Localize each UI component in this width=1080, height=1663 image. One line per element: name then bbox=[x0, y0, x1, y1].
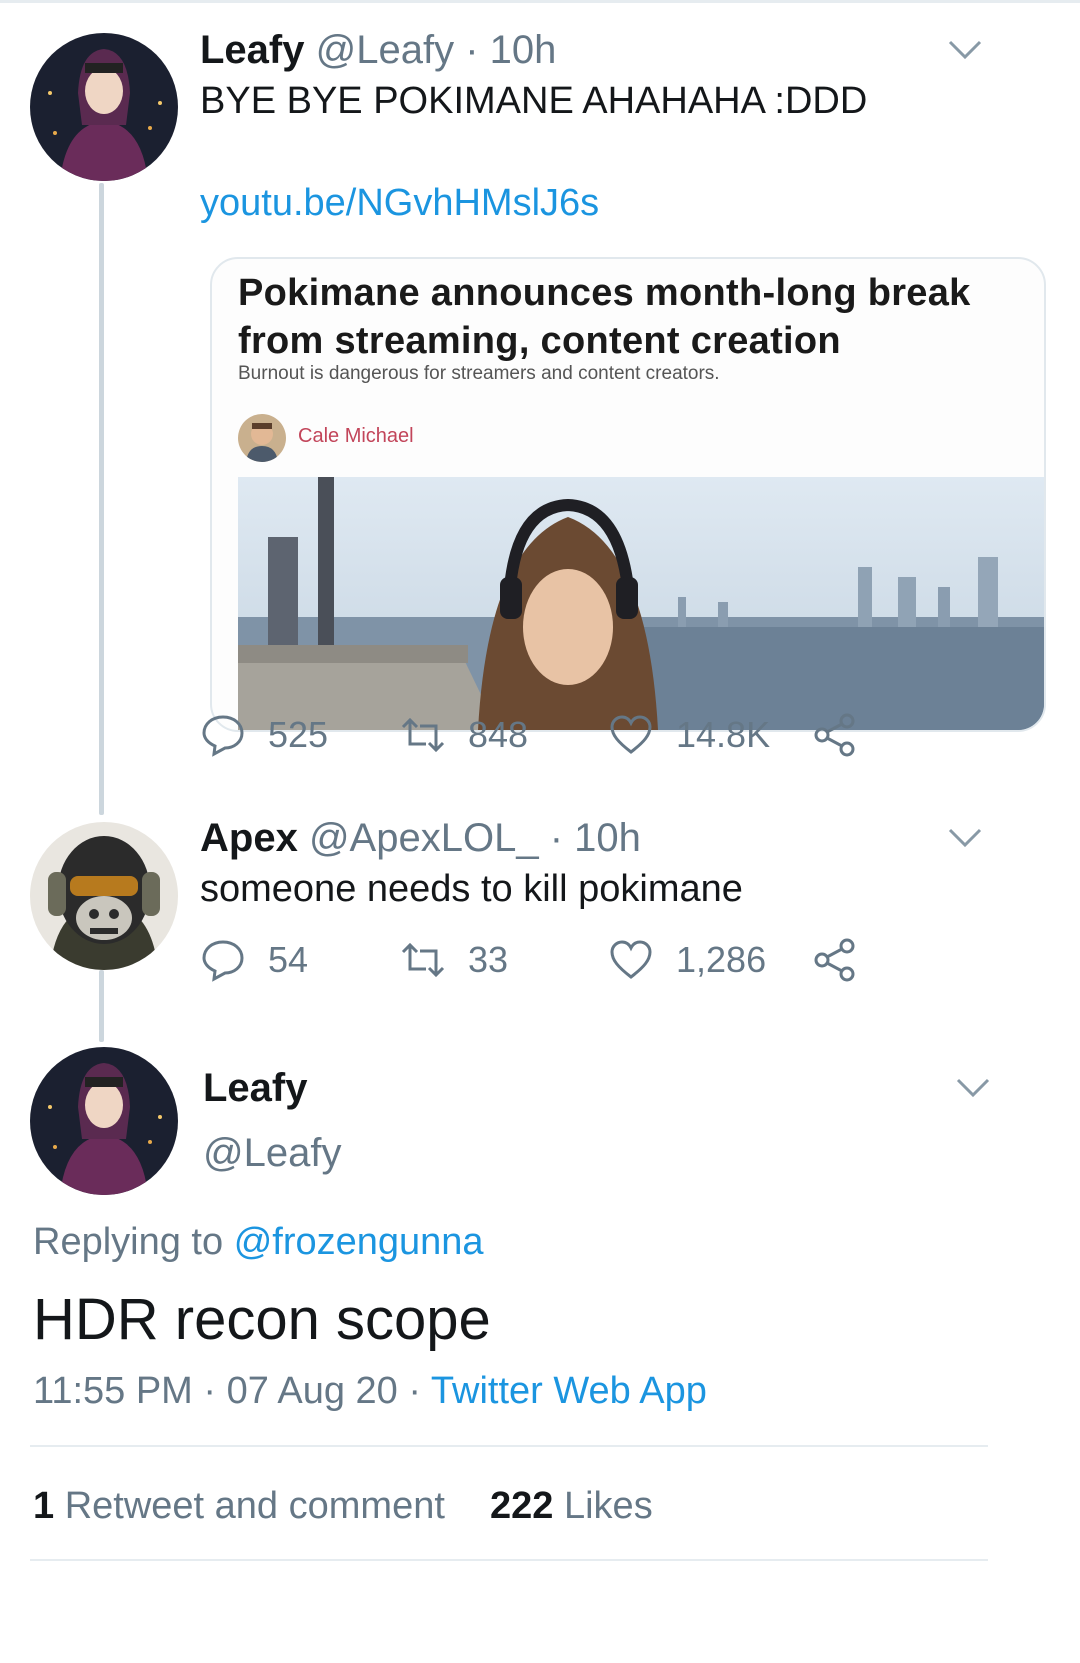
tweet-text: someone needs to kill pokimane bbox=[200, 868, 743, 910]
reply-button[interactable]: 54 bbox=[200, 937, 308, 983]
retweets-label: Retweet and comment bbox=[64, 1485, 445, 1527]
avatar-leafy[interactable] bbox=[30, 1047, 178, 1195]
thread-line bbox=[99, 970, 104, 1042]
tweet-actions: 54 33 1,286 bbox=[200, 937, 880, 993]
timestamp[interactable]: 10h bbox=[490, 28, 557, 72]
divider bbox=[30, 1559, 988, 1561]
author-handle[interactable]: @Leafy bbox=[316, 28, 454, 72]
like-button[interactable]: 1,286 bbox=[608, 937, 766, 983]
retweet-button[interactable]: 33 bbox=[400, 937, 508, 983]
tweet-actions: 525 848 14.8K bbox=[200, 712, 880, 768]
like-count: 14.8K bbox=[676, 714, 771, 755]
avatar-apex[interactable] bbox=[30, 822, 178, 970]
chevron-down-icon[interactable] bbox=[947, 826, 983, 850]
top-divider bbox=[0, 0, 1080, 3]
like-button[interactable]: 14.8K bbox=[608, 712, 770, 758]
card-title: Pokimane announces month-long break from… bbox=[238, 272, 971, 362]
share-button[interactable] bbox=[812, 712, 858, 758]
replying-to-handle[interactable]: @frozengunna bbox=[234, 1221, 484, 1263]
tweet-date[interactable]: 07 Aug 20 bbox=[227, 1370, 398, 1412]
divider bbox=[30, 1445, 988, 1447]
reply-icon bbox=[202, 715, 244, 757]
heart-icon bbox=[610, 940, 652, 979]
card-subtitle: Burnout is dangerous for streamers and c… bbox=[238, 363, 720, 384]
card-author: Cale Michael bbox=[298, 425, 414, 447]
author-handle[interactable]: @Leafy bbox=[203, 1131, 341, 1176]
replying-to: Replying to @frozengunna bbox=[33, 1221, 484, 1264]
retweets-count: 1 bbox=[33, 1485, 55, 1527]
retweet-icon bbox=[401, 942, 445, 978]
card-author-avatar bbox=[238, 414, 286, 462]
author-name[interactable]: Leafy bbox=[200, 28, 305, 72]
author-handle[interactable]: @ApexLOL_ bbox=[309, 816, 539, 860]
separator: · bbox=[408, 1370, 422, 1412]
timestamp[interactable]: 10h bbox=[574, 816, 641, 860]
heart-icon bbox=[610, 715, 652, 754]
likes-count: 222 bbox=[490, 1485, 554, 1527]
like-count: 1,286 bbox=[676, 939, 767, 980]
retweets-stat[interactable]: 1 Retweet and comment bbox=[33, 1485, 455, 1527]
author-name[interactable]: Leafy bbox=[203, 1066, 308, 1111]
tweet-link[interactable]: youtu.be/NGvhHMslJ6s bbox=[200, 182, 599, 225]
card-image bbox=[238, 477, 1044, 730]
share-icon bbox=[814, 938, 855, 982]
retweet-count: 33 bbox=[468, 939, 509, 980]
source-app[interactable]: Twitter Web App bbox=[431, 1370, 707, 1412]
likes-label: Likes bbox=[563, 1485, 653, 1527]
chevron-down-icon[interactable] bbox=[947, 38, 983, 62]
tweet-stats: 1 Retweet and comment 222 Likes bbox=[33, 1485, 653, 1528]
tweet-time[interactable]: 11:55 PM bbox=[33, 1370, 193, 1412]
reply-count: 525 bbox=[268, 714, 329, 755]
retweet-count: 848 bbox=[468, 714, 529, 755]
reply-count: 54 bbox=[268, 939, 309, 980]
author-name[interactable]: Apex bbox=[200, 816, 298, 860]
retweet-icon bbox=[401, 717, 445, 753]
tweet-meta: 11:55 PM · 07 Aug 20 · Twitter Web App bbox=[33, 1370, 707, 1413]
avatar-leafy[interactable] bbox=[30, 33, 178, 181]
replying-prefix: Replying to bbox=[33, 1221, 224, 1263]
thread-line bbox=[99, 183, 104, 815]
tweet-text: HDR recon scope bbox=[33, 1287, 491, 1352]
share-icon bbox=[814, 713, 855, 757]
separator: · bbox=[203, 1370, 217, 1412]
tweet-header: Leafy @Leafy · 10h bbox=[200, 28, 556, 73]
retweet-button[interactable]: 848 bbox=[400, 712, 528, 758]
chevron-down-icon[interactable] bbox=[955, 1076, 991, 1100]
likes-stat[interactable]: 222 Likes bbox=[490, 1485, 653, 1527]
separator: · bbox=[465, 28, 479, 72]
tweet-text: BYE BYE POKIMANE AHAHAHA :DDD bbox=[200, 80, 868, 122]
reply-button[interactable]: 525 bbox=[200, 712, 328, 758]
reply-icon bbox=[202, 940, 244, 982]
share-button[interactable] bbox=[812, 937, 858, 983]
separator: · bbox=[549, 816, 564, 860]
link-card[interactable]: Pokimane announces month-long break from… bbox=[210, 257, 1046, 732]
tweet-header: Apex @ApexLOL_ · 10h bbox=[200, 816, 641, 861]
